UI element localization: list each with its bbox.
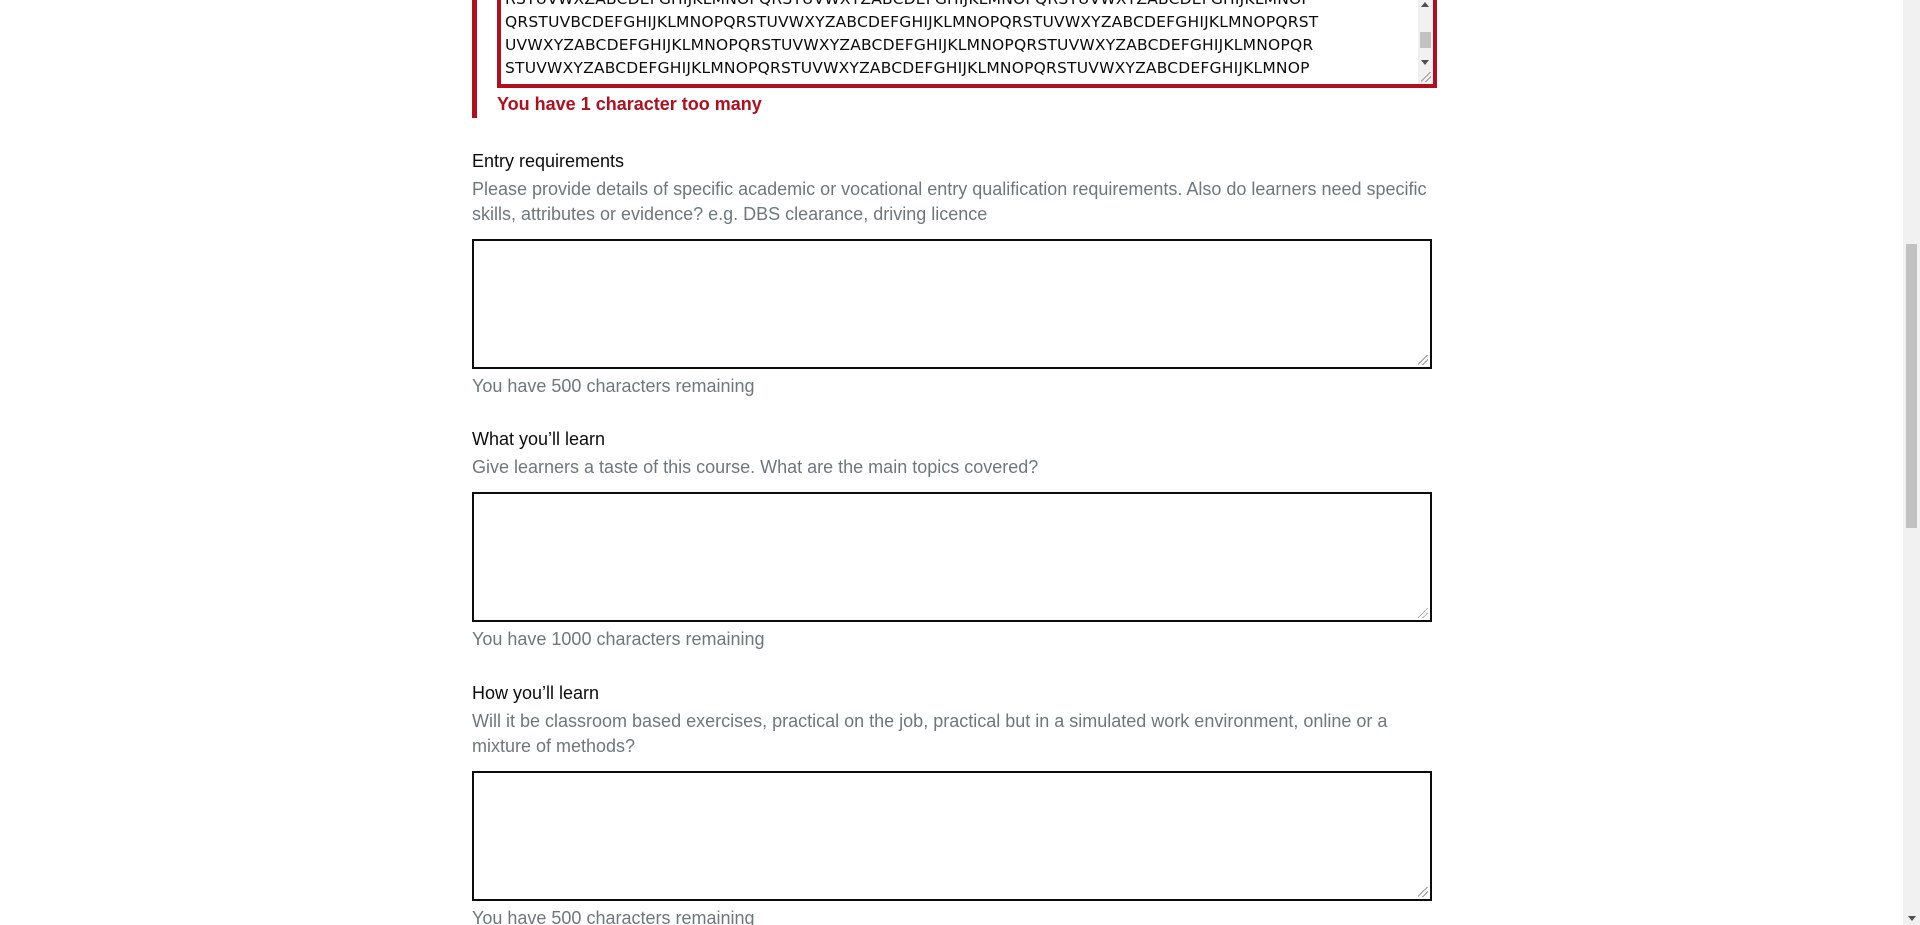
- scroll-down-arrow-icon[interactable]: [1908, 916, 1916, 921]
- page-scrollbar[interactable]: [1903, 0, 1920, 925]
- scroll-up-arrow-icon[interactable]: [1421, 2, 1429, 7]
- textarea-scroll-thumb[interactable]: [1420, 32, 1431, 48]
- how-youll-learn-hint: Will it be classroom based exercises, pr…: [472, 711, 1388, 756]
- error-textarea-content: RSTUVWXZABCDEFGHIJKLMNOPQRSTUVWXYZABCDEF…: [505, 0, 1415, 80]
- error-textarea[interactable]: RSTUVWXZABCDEFGHIJKLMNOPQRSTUVWXYZABCDEF…: [497, 0, 1437, 88]
- error-form-group: RSTUVWXZABCDEFGHIJKLMNOPQRSTUVWXYZABCDEF…: [472, 0, 1437, 118]
- textarea-line: STUVWXYZABCDEFGHIJKLMNOPQRSTUVWXYZABCDEF…: [505, 59, 1310, 77]
- what-youll-learn-group: What you’ll learn Give learners a taste …: [472, 427, 1432, 651]
- what-youll-learn-count: You have 1000 characters remaining: [472, 629, 765, 649]
- entry-requirements-textarea[interactable]: [472, 239, 1432, 369]
- what-youll-learn-label: What you’ll learn: [472, 429, 606, 449]
- how-youll-learn-group: How you’ll learn Will it be classroom ba…: [472, 681, 1432, 925]
- textarea-line: RSTUVWXZABCDEFGHIJKLMNOPQRSTUVWXYZABCDEF…: [505, 0, 1415, 11]
- what-youll-learn-hint: Give learners a taste of this course. Wh…: [472, 457, 1039, 477]
- resize-grip-icon[interactable]: [1418, 608, 1428, 618]
- page: RSTUVWXZABCDEFGHIJKLMNOPQRSTUVWXYZABCDEF…: [0, 0, 1920, 925]
- textarea-line: QRSTUVBCDEFGHIJKLMNOPQRSTUVWXYZABCDEFGHI…: [505, 13, 1319, 31]
- entry-requirements-group: Entry requirements Please provide detail…: [472, 149, 1432, 398]
- resize-grip-icon[interactable]: [1418, 887, 1428, 897]
- textarea-line: UVWXYZABCDEFGHIJKLMNOPQRSTUVWXYZABCDEFGH…: [505, 36, 1314, 54]
- resize-grip-icon[interactable]: [1418, 355, 1428, 365]
- entry-requirements-count: You have 500 characters remaining: [472, 376, 755, 396]
- entry-requirements-label: Entry requirements: [472, 151, 625, 171]
- error-message: You have 1 character too many: [497, 94, 762, 114]
- resize-grip-icon[interactable]: [1421, 72, 1431, 82]
- how-youll-learn-count: You have 500 characters remaining: [472, 908, 755, 925]
- page-scroll-thumb[interactable]: [1906, 244, 1917, 528]
- how-youll-learn-textarea[interactable]: [472, 771, 1432, 901]
- how-youll-learn-label: How you’ll learn: [472, 683, 600, 703]
- what-youll-learn-textarea[interactable]: [472, 492, 1432, 622]
- entry-requirements-hint: Please provide details of specific acade…: [472, 179, 1427, 224]
- scroll-down-arrow-icon[interactable]: [1421, 60, 1429, 65]
